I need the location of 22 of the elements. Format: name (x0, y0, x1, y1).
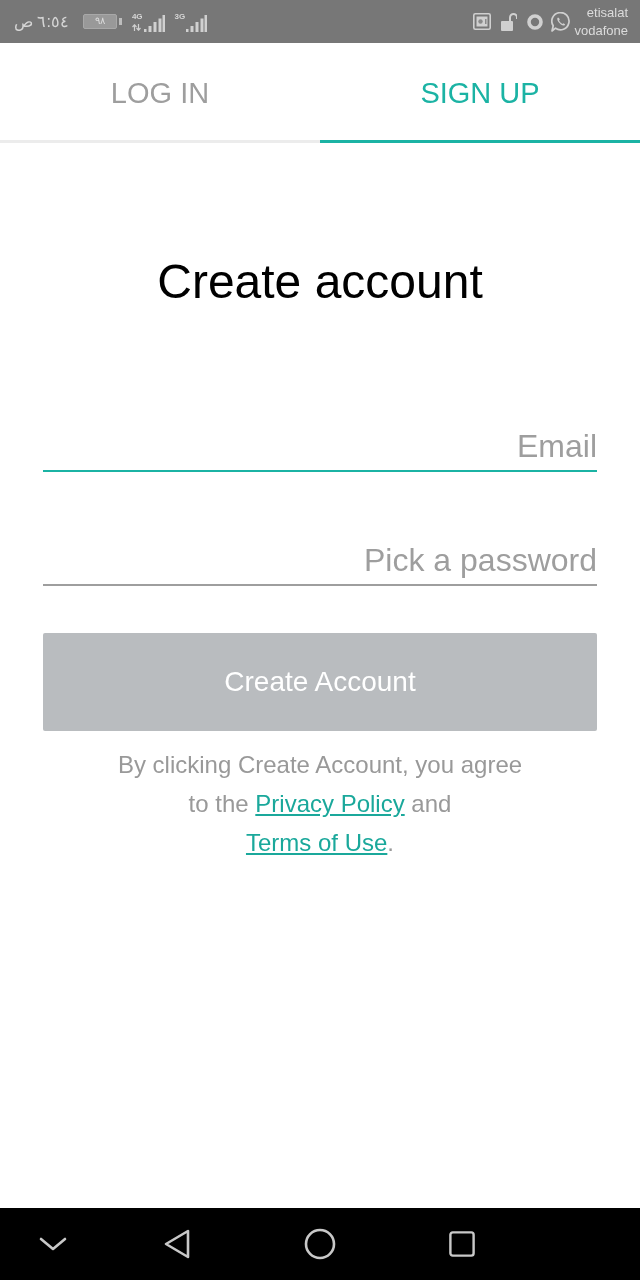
signal-bars-icon (143, 14, 165, 32)
signal-bars-icon (186, 14, 208, 32)
text-link[interactable]: Privacy Policy (255, 790, 405, 817)
recent-apps-icon[interactable] (449, 1231, 475, 1257)
ring-icon (526, 13, 543, 30)
clock-text: ٦:٥٤ ص (14, 12, 69, 31)
back-icon[interactable] (163, 1229, 191, 1259)
home-icon[interactable] (304, 1228, 336, 1260)
network-type-label: 4G (131, 11, 143, 21)
chevron-down-icon[interactable] (39, 1236, 67, 1252)
terms-text: By clicking Create Account, you agree to the Privacy Policy and Terms of Use. (116, 750, 524, 858)
padlock-icon (500, 12, 517, 31)
battery-indicator: ٩٨ (82, 14, 122, 29)
text-link[interactable]: Terms of Use (245, 829, 388, 856)
safe-icon (472, 13, 491, 30)
network-type-label: 3G (174, 11, 186, 21)
input-field[interactable]: Email (43, 422, 597, 472)
page-title: Create account (157, 254, 483, 310)
input-field[interactable]: Pick a password (43, 536, 597, 586)
carrier-name: etisalat (586, 3, 628, 22)
speech-bubble-icon (550, 11, 571, 32)
carrier-name: vodafone (574, 21, 628, 40)
